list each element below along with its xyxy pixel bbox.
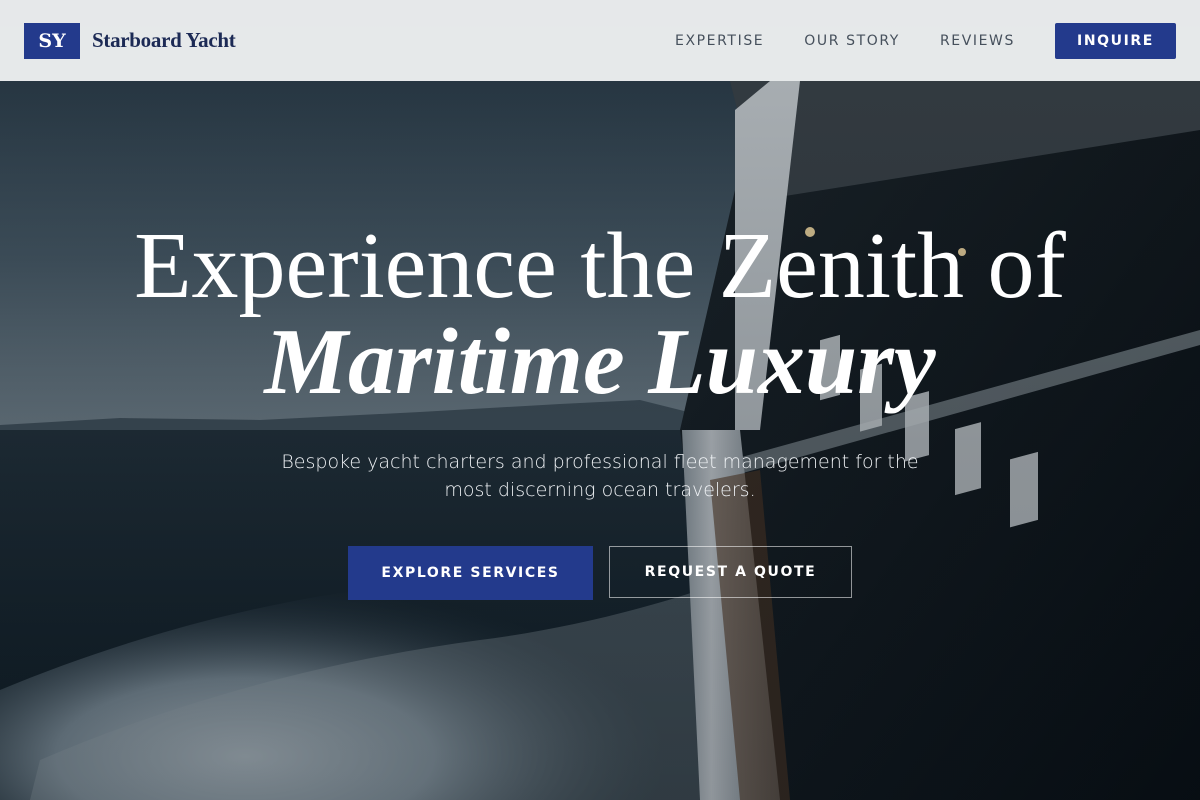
request-quote-button[interactable]: REQUEST A QUOTE [609, 546, 852, 598]
brand[interactable]: SY Starboard Yacht [24, 22, 236, 59]
hero-section: Experience the Zenith of Maritime Luxury… [0, 218, 1200, 600]
explore-services-button[interactable]: EXPLORE SERVICES [348, 546, 593, 600]
nav-link-reviews[interactable]: REVIEWS [940, 33, 1015, 49]
hero-headline-line2: Maritime Luxury [264, 310, 936, 414]
nav-link-our-story[interactable]: OUR STORY [804, 33, 900, 49]
page: SY Starboard Yacht EXPERTISE OUR STORY R… [0, 0, 1200, 800]
main-nav: EXPERTISE OUR STORY REVIEWS INQUIRE [675, 22, 1176, 59]
site-header: SY Starboard Yacht EXPERTISE OUR STORY R… [0, 0, 1200, 81]
hero-cta-row: EXPLORE SERVICES REQUEST A QUOTE [0, 546, 1200, 600]
hero-headline-line1: Experience the Zenith of [134, 214, 1066, 318]
inquire-button[interactable]: INQUIRE [1055, 22, 1176, 59]
brand-name: Starboard Yacht [92, 28, 236, 52]
logo-mark: SY [24, 22, 80, 59]
nav-link-expertise[interactable]: EXPERTISE [675, 33, 764, 49]
hero-subtext: Bespoke yacht charters and professional … [281, 451, 919, 501]
